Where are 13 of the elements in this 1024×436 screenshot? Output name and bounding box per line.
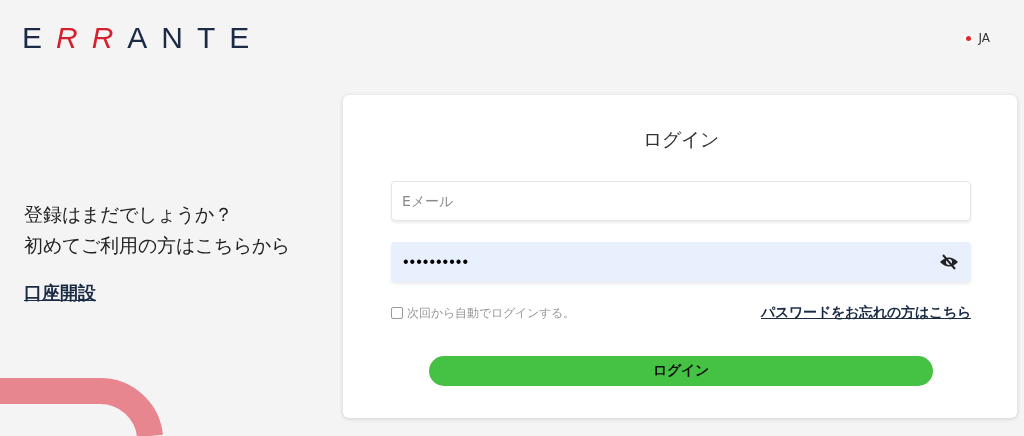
logo: E RR ANTE xyxy=(22,21,264,55)
language-selector[interactable]: JA xyxy=(978,31,990,45)
forgot-password-link[interactable]: パスワードをお忘れの方はこちら xyxy=(761,304,971,322)
email-field[interactable]: Eメール xyxy=(391,181,971,221)
password-field[interactable]: •••••••••• xyxy=(391,242,971,282)
flag-icon xyxy=(964,34,974,42)
open-account-link[interactable]: 口座開設 xyxy=(24,281,96,305)
login-title: ログイン xyxy=(643,127,719,152)
signup-prompt: 登録はまだでしょうか？ 初めてご利用の方はこちらから xyxy=(24,202,291,258)
remember-label: 次回から自動でログインする。 xyxy=(407,304,575,322)
eye-slash-icon[interactable] xyxy=(939,254,959,270)
remember-checkbox[interactable] xyxy=(391,307,403,319)
login-button[interactable]: ログイン xyxy=(429,356,933,386)
